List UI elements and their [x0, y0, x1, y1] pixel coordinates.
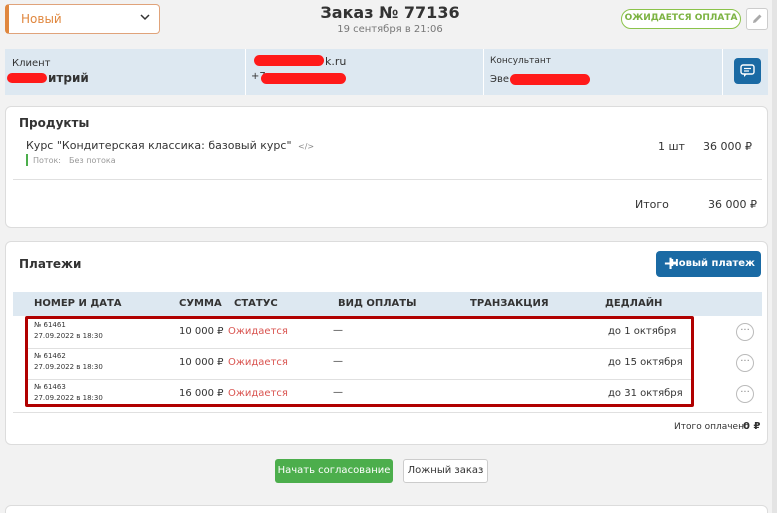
product-price: 36 000 ₽: [703, 140, 752, 153]
pencil-icon: [751, 14, 763, 29]
products-title: Продукты: [19, 116, 90, 130]
chevron-down-icon: [140, 11, 150, 25]
total-paid-label: Итого оплачено: [674, 422, 750, 432]
stream-label: Поток:: [33, 156, 61, 165]
product-name[interactable]: Курс "Кондитерская классика: базовый кур…: [26, 139, 314, 152]
client-email[interactable]: k.ru: [325, 55, 346, 68]
client-name[interactable]: итрий: [48, 71, 89, 85]
new-payment-button[interactable]: + Новый платеж: [656, 251, 761, 277]
highlight-box: [25, 316, 694, 407]
stream-marker: [26, 154, 28, 166]
col-deadline: ДЕДЛАЙН: [605, 298, 663, 309]
col-payment-type: ВИД ОПЛАТЫ: [338, 298, 417, 309]
redaction-mark: [261, 73, 346, 84]
code-icon[interactable]: </>: [298, 142, 314, 151]
order-title: Заказ № 77136: [320, 3, 460, 22]
col-sum: СУММА: [179, 298, 222, 309]
redaction-mark: [510, 74, 590, 85]
products-panel: Продукты Курс "Кондитерская классика: ба…: [5, 106, 768, 228]
edit-button[interactable]: [746, 8, 768, 30]
divider: [13, 179, 762, 180]
more-icon[interactable]: ···: [736, 385, 754, 403]
total-value: 36 000 ₽: [708, 198, 757, 211]
chat-button[interactable]: [734, 58, 761, 84]
divider: [13, 412, 762, 413]
col-transaction: ТРАНЗАКЦИЯ: [470, 298, 549, 309]
false-order-button[interactable]: Ложный заказ: [403, 459, 488, 483]
more-icon[interactable]: ···: [736, 323, 754, 341]
next-panel: [5, 505, 768, 513]
consultant-label: Консультант: [490, 56, 551, 66]
order-status-value: Новый: [21, 12, 62, 26]
order-status-select[interactable]: Новый: [5, 4, 160, 34]
start-approval-button[interactable]: Начать согласование: [275, 459, 393, 483]
client-label: Клиент: [12, 58, 51, 69]
total-label: Итого: [635, 198, 669, 211]
total-paid-value: 0 ₽: [743, 421, 761, 432]
status-badge: ОЖИДАЕТСЯ ОПЛАТА: [621, 9, 741, 29]
col-status: СТАТУС: [234, 298, 278, 309]
more-icon[interactable]: ···: [736, 354, 754, 372]
scrollbar[interactable]: [772, 0, 777, 513]
client-strip: Клиент итрий k.ru +7 Консультант Эве: [5, 49, 768, 95]
order-date: 19 сентября в 21:06: [337, 24, 443, 35]
payments-title: Платежи: [19, 257, 82, 271]
product-name-text: Курс "Кондитерская классика: базовый кур…: [26, 139, 292, 152]
redaction-mark: [7, 73, 47, 83]
chat-icon: [740, 64, 755, 77]
consultant-name[interactable]: Эве: [490, 74, 509, 85]
payments-table-header: НОМЕР И ДАТА СУММА СТАТУС ВИД ОПЛАТЫ ТРА…: [13, 292, 762, 316]
payments-panel: Платежи + Новый платеж НОМЕР И ДАТА СУММ…: [5, 241, 768, 445]
new-payment-label: Новый платеж: [670, 258, 755, 269]
col-number-date: НОМЕР И ДАТА: [34, 298, 122, 309]
redaction-mark: [254, 55, 324, 66]
plus-icon: +: [663, 253, 679, 274]
stream-value: Без потока: [69, 156, 116, 165]
product-qty: 1 шт: [658, 140, 685, 153]
